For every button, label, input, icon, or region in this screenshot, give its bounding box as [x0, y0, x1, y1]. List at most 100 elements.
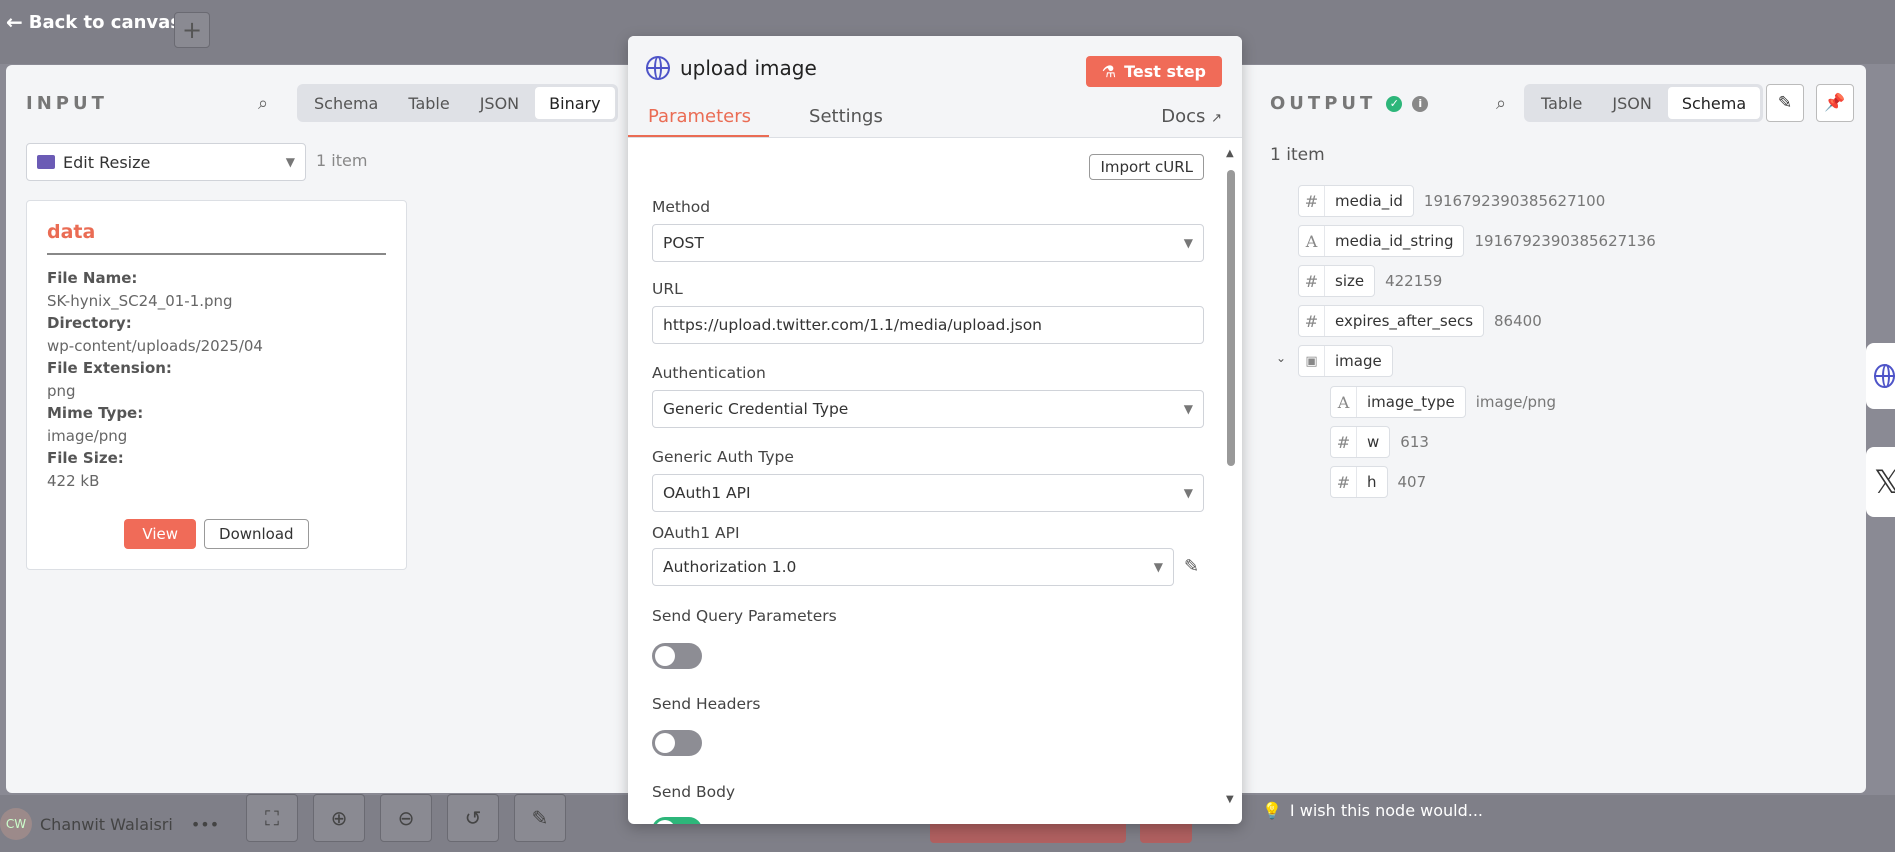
- test-step-button[interactable]: ⚗ Test step: [1085, 56, 1222, 87]
- meta-value: png: [47, 381, 76, 400]
- schema-field: # media_id 1916792390385627100: [1298, 185, 1605, 217]
- field-value: 1916792390385627136: [1474, 232, 1656, 250]
- tab-json[interactable]: JSON: [466, 87, 533, 119]
- chevron-down-icon[interactable]: ⌄: [1276, 351, 1286, 365]
- scroll-thumb[interactable]: [1227, 170, 1235, 466]
- binary-metadata: File Name: SK-hynix_SC24_01-1.png Direct…: [47, 267, 386, 492]
- import-curl-button[interactable]: Import cURL: [1089, 154, 1204, 180]
- tab-binary[interactable]: Binary: [535, 87, 615, 119]
- docs-link[interactable]: Docs ↗: [1161, 106, 1222, 127]
- schema-field: # h 407: [1330, 466, 1426, 498]
- meta-value: SK-hynix_SC24_01-1.png: [47, 291, 233, 310]
- external-link-icon: ↗: [1211, 111, 1222, 126]
- output-title: OUTPUT: [1270, 93, 1377, 114]
- zoom-in-button[interactable]: ⊕: [313, 794, 365, 842]
- output-view-tabs: Table JSON Schema: [1524, 84, 1764, 122]
- schema-field: ▣ image: [1298, 345, 1393, 377]
- meta-value: image/png: [47, 426, 128, 445]
- success-check-icon: ✓: [1386, 95, 1403, 112]
- schema-field: # w 613: [1330, 426, 1429, 458]
- lightbulb-icon: 💡: [1262, 801, 1282, 820]
- view-button[interactable]: View: [124, 519, 197, 549]
- field-pill[interactable]: # h: [1330, 466, 1388, 498]
- number-type-icon: #: [1299, 306, 1325, 336]
- pin-data-button[interactable]: 📌: [1816, 84, 1854, 122]
- feedback-link[interactable]: 💡 I wish this node would...: [1262, 801, 1483, 820]
- schema-field: # expires_after_secs 86400: [1298, 305, 1542, 337]
- field-pill[interactable]: Aimage_type: [1330, 386, 1466, 418]
- authentication-select[interactable]: Generic Credential Type ▼: [652, 390, 1204, 428]
- tab-settings[interactable]: Settings: [809, 106, 883, 137]
- undo-icon: ↺: [464, 806, 482, 830]
- avatar: CW: [0, 808, 32, 840]
- chevron-down-icon: ▼: [285, 155, 295, 169]
- search-icon[interactable]: ⌕: [258, 93, 268, 114]
- field-pill[interactable]: Amedia_id_string: [1298, 225, 1465, 257]
- send-query-toggle[interactable]: [652, 643, 702, 669]
- tidy-up-button[interactable]: ✎: [514, 794, 566, 842]
- parameter-tabs: Parameters Settings: [628, 106, 883, 137]
- tab-json[interactable]: JSON: [1598, 87, 1665, 119]
- send-headers-label: Send Headers: [652, 695, 761, 713]
- field-pill[interactable]: # media_id: [1298, 185, 1414, 217]
- parameters-header: upload image ⚗ Test step Parameters Sett…: [628, 36, 1242, 138]
- field-pill[interactable]: # size: [1298, 265, 1376, 297]
- output-item-count: 1 item: [1270, 145, 1325, 165]
- output-panel: OUTPUT ✓ i ⌕ Table JSON Schema ✎ 📌 1 ite…: [1242, 65, 1866, 793]
- next-node-x[interactable]: 𝕏: [1866, 447, 1895, 517]
- binary-data-card: data File Name: SK-hynix_SC24_01-1.png D…: [26, 200, 407, 570]
- tab-table[interactable]: Table: [394, 87, 463, 119]
- generic-auth-type-select[interactable]: OAuth1 API ▼: [652, 474, 1204, 512]
- zoom-out-button[interactable]: ⊖: [380, 794, 432, 842]
- edit-output-button[interactable]: ✎: [1766, 84, 1804, 122]
- field-pill[interactable]: # expires_after_secs: [1298, 305, 1485, 337]
- input-item-count: 1 item: [316, 151, 368, 170]
- send-body-toggle[interactable]: [652, 817, 702, 824]
- search-icon[interactable]: ⌕: [1496, 93, 1506, 114]
- number-type-icon: #: [1299, 266, 1325, 296]
- tab-schema[interactable]: Schema: [1667, 87, 1761, 119]
- tab-schema[interactable]: Schema: [300, 87, 392, 119]
- scroll-down-icon[interactable]: ▼: [1226, 794, 1234, 805]
- input-node-select[interactable]: Edit Resize ▼: [26, 143, 306, 181]
- url-input[interactable]: https://upload.twitter.com/1.1/media/upl…: [652, 306, 1204, 344]
- input-view-tabs: Schema Table JSON Binary: [297, 84, 618, 122]
- field-pill[interactable]: ▣ image: [1298, 345, 1393, 377]
- authentication-label: Authentication: [652, 364, 766, 382]
- chevron-down-icon: ▼: [1183, 402, 1193, 416]
- info-icon[interactable]: i: [1412, 95, 1429, 112]
- download-button[interactable]: Download: [204, 519, 309, 549]
- parameters-scrollbar[interactable]: ▲ ▼: [1226, 148, 1236, 808]
- string-type-icon: A: [1331, 387, 1357, 417]
- number-type-icon: #: [1331, 467, 1357, 497]
- parameters-panel: upload image ⚗ Test step Parameters Sett…: [628, 36, 1242, 824]
- url-label: URL: [652, 280, 683, 298]
- method-select[interactable]: POST ▼: [652, 224, 1204, 262]
- back-to-canvas-link[interactable]: ← Back to canvas: [6, 10, 181, 34]
- arrow-left-icon: ←: [6, 10, 23, 34]
- fit-view-button[interactable]: ⛶: [246, 794, 298, 842]
- user-menu[interactable]: CW Chanwit Walaisri •••: [0, 808, 219, 840]
- more-icon[interactable]: •••: [191, 815, 219, 834]
- input-panel: INPUT ⌕ Schema Table JSON Binary Edit Re…: [6, 65, 628, 793]
- object-type-icon: ▣: [1299, 346, 1325, 376]
- send-body-label: Send Body: [652, 783, 736, 801]
- field-pill[interactable]: # w: [1330, 426, 1391, 458]
- scroll-up-icon[interactable]: ▲: [1226, 148, 1234, 159]
- number-type-icon: #: [1299, 186, 1325, 216]
- tab-parameters[interactable]: Parameters: [628, 106, 770, 137]
- input-node-name: Edit Resize: [63, 152, 151, 172]
- node-name[interactable]: upload image: [680, 56, 817, 80]
- next-node-http[interactable]: [1866, 343, 1895, 409]
- credential-select[interactable]: Authorization 1.0 ▼: [652, 548, 1174, 586]
- globe-icon: [1874, 364, 1895, 388]
- output-header: OUTPUT ✓ i: [1270, 93, 1429, 114]
- meta-key: Mime Type:: [47, 404, 144, 422]
- add-node-button[interactable]: +: [174, 12, 210, 48]
- tab-table[interactable]: Table: [1527, 87, 1596, 119]
- x-logo-icon: 𝕏: [1874, 463, 1895, 501]
- send-headers-toggle[interactable]: [652, 730, 702, 756]
- schema-field: # size 422159: [1298, 265, 1442, 297]
- reset-zoom-button[interactable]: ↺: [447, 794, 499, 842]
- edit-credential-pencil-icon[interactable]: ✎: [1184, 556, 1199, 577]
